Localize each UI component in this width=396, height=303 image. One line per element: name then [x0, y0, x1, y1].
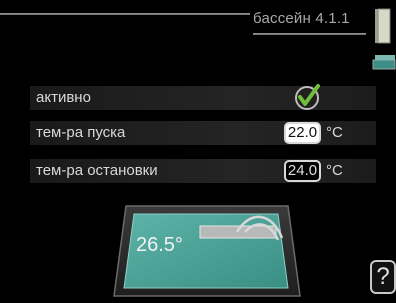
- stop-temperature-unit: °C: [326, 162, 343, 179]
- start-temperature-value[interactable]: 22.0: [284, 122, 321, 144]
- start-temperature-label: тем-ра пуска: [36, 124, 126, 141]
- help-button[interactable]: ?: [370, 260, 396, 294]
- pool-illustration: 26.5°: [112, 200, 302, 298]
- active-label: активно: [36, 89, 91, 106]
- checkmark-icon[interactable]: [292, 82, 322, 112]
- breadcrumb: бассейн 4.1.1: [253, 10, 350, 27]
- stop-temperature-value[interactable]: 24.0: [284, 160, 321, 182]
- pool-temperature: 26.5°: [136, 234, 183, 256]
- menu-page-icon: [372, 8, 392, 44]
- stop-temperature-row[interactable]: тем-ра остановки 24.0 °C: [30, 159, 376, 183]
- stop-temperature-label: тем-ра остановки: [36, 162, 158, 179]
- scroll-tab-icon[interactable]: [372, 50, 396, 72]
- start-temperature-unit: °C: [326, 124, 343, 141]
- active-row[interactable]: активно: [30, 84, 376, 110]
- header-divider-left: [0, 13, 250, 15]
- header-divider-right: [253, 33, 366, 35]
- start-temperature-row[interactable]: тем-ра пуска 22.0 °C: [30, 121, 376, 145]
